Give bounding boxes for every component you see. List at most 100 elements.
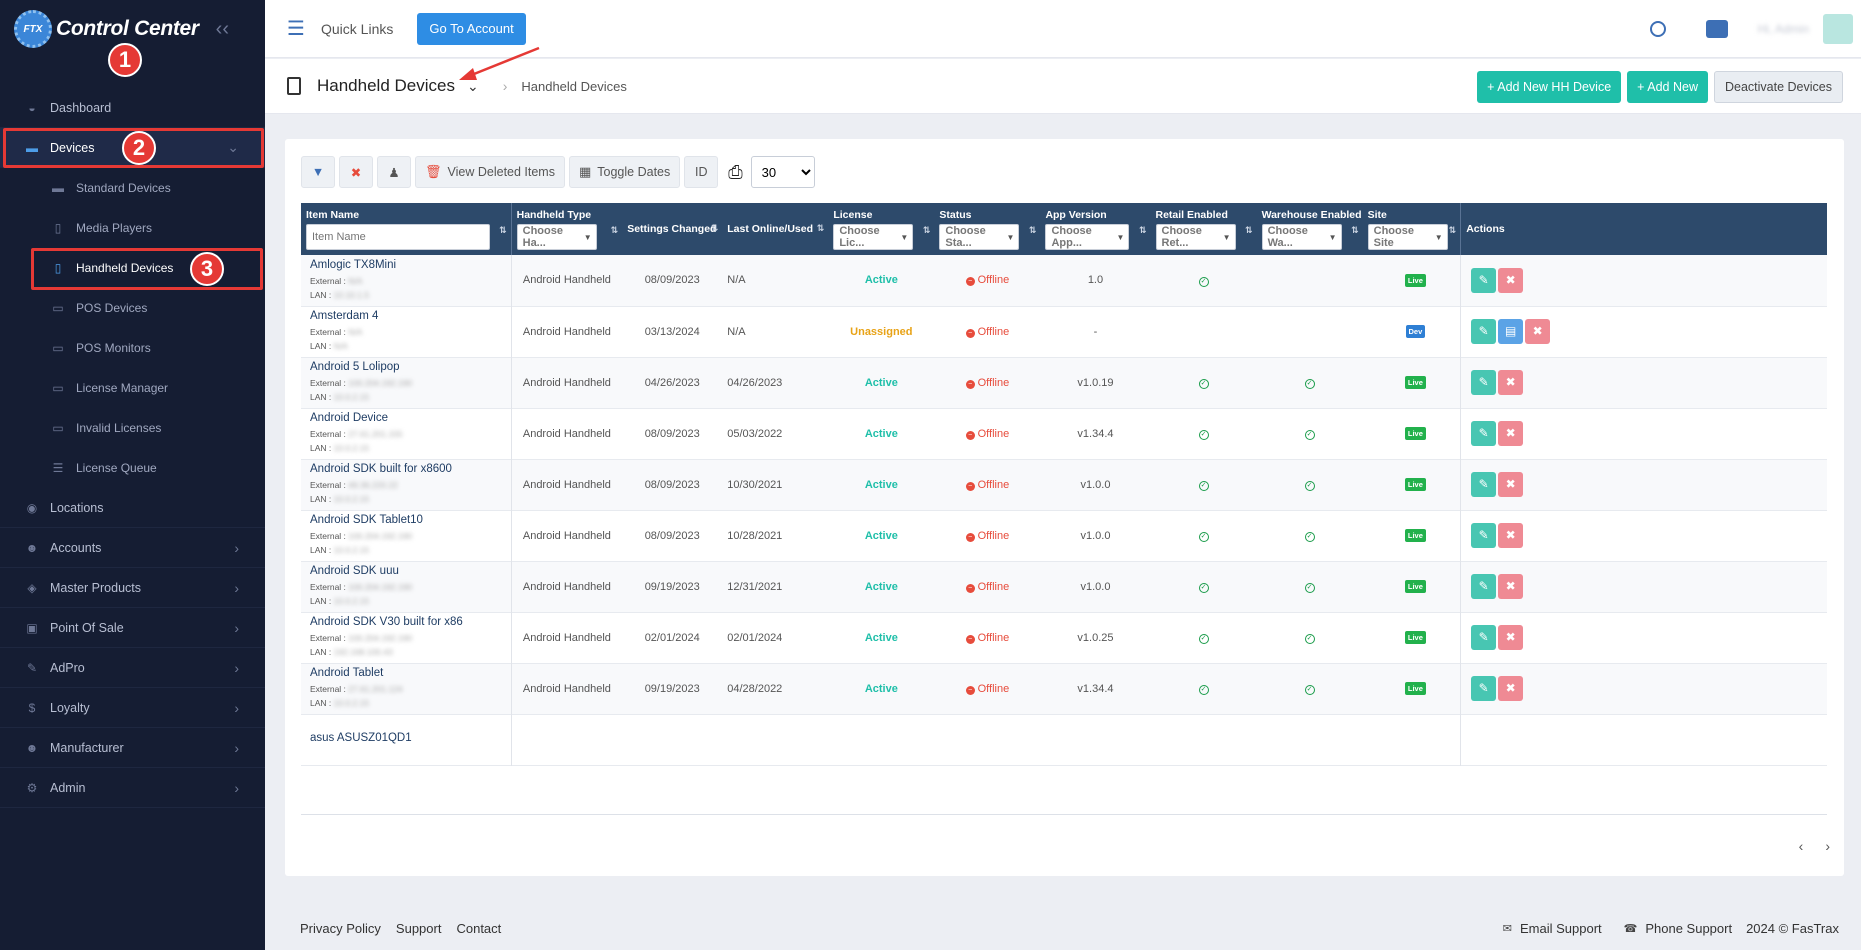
sidebar-subitem-pos-monitors[interactable]: ▭ POS Monitors	[0, 328, 265, 368]
sidebar-subitem-pos-devices[interactable]: ▭ POS Devices	[0, 288, 265, 328]
sidebar-item-manufacturer[interactable]: ☻ Manufacturer ›	[0, 728, 265, 768]
table-row[interactable]: Android SDK built for x8600 External : 49…	[301, 459, 1827, 510]
device-name-link[interactable]: Android SDK Tablet10	[310, 514, 506, 526]
table-row[interactable]: Android SDK V30 built for x86 External : …	[301, 612, 1827, 663]
clear-filters-button[interactable]: ✖	[339, 156, 373, 188]
table-row[interactable]: Android Device External : 27.61.201.155 LA…	[301, 408, 1827, 459]
sort-icon[interactable]: ⇅	[923, 225, 931, 236]
user-name[interactable]: Hi, Admin	[1758, 22, 1809, 36]
edit-button[interactable]: ✎	[1471, 319, 1497, 344]
device-name-link[interactable]: asus ASUSZ01QD1	[310, 732, 506, 744]
quick-links-label[interactable]: Quick Links	[321, 21, 393, 37]
delete-button[interactable]: ✖	[1498, 370, 1524, 395]
contact-link[interactable]: Contact	[456, 921, 501, 936]
device-name-link[interactable]: Android Device	[310, 412, 506, 424]
sort-icon[interactable]: ⇅	[817, 223, 825, 234]
edit-button[interactable]: ✎	[1471, 625, 1497, 650]
sidebar-item-locations[interactable]: ◉ Locations	[0, 488, 265, 528]
device-name-link[interactable]: Android SDK built for x8600	[310, 463, 506, 475]
site-filter-select[interactable]: Choose Site ▼	[1367, 224, 1448, 250]
column-header-last-online[interactable]: Last Online/Used ⇅	[722, 203, 829, 255]
menu-icon[interactable]: ☰	[287, 16, 309, 41]
app-version-filter-select[interactable]: Choose App... ▼	[1045, 224, 1130, 250]
table-row[interactable]: Amlogic TX8Mini External : N/A LAN : 10.10…	[301, 255, 1827, 306]
collapse-sidebar-icon[interactable]: ‹‹	[216, 18, 229, 41]
delete-button[interactable]: ✖	[1498, 523, 1524, 548]
table-row[interactable]: Amsterdam 4 External : N/A LAN : N/A Androi…	[301, 306, 1827, 357]
edit-button[interactable]: ✎	[1471, 676, 1497, 701]
sidebar-item-accounts[interactable]: ☻ Accounts ›	[0, 528, 265, 568]
go-to-account-button[interactable]: Go To Account	[417, 12, 526, 45]
toggle-dates-button[interactable]: ▦ Toggle Dates	[568, 156, 681, 188]
delete-button[interactable]: ✖	[1498, 421, 1524, 446]
print-icon[interactable]: ⎙	[728, 162, 742, 183]
sidebar-item-master-products[interactable]: ◈ Master Products ›	[0, 568, 265, 608]
device-name-link[interactable]: Amlogic TX8Mini	[310, 259, 506, 271]
column-header-settings-changed[interactable]: Settings Changed ⇅	[622, 203, 723, 255]
chevron-right-icon[interactable]: ›	[1825, 838, 1830, 854]
sidebar-subitem-media-players[interactable]: ▯ Media Players	[0, 208, 265, 248]
delete-button[interactable]: ✖	[1498, 676, 1524, 701]
support-link[interactable]: Support	[396, 921, 442, 936]
delete-button[interactable]: ✖	[1498, 267, 1524, 293]
sidebar-item-adpro[interactable]: ✎ AdPro ›	[0, 648, 265, 688]
edit-button[interactable]: ✎	[1471, 523, 1497, 548]
handheld-type-filter-select[interactable]: Choose Ha... ▼	[516, 224, 597, 250]
delete-button[interactable]: ✖	[1498, 574, 1524, 599]
sidebar-subitem-license-queue[interactable]: ☰ License Queue	[0, 448, 265, 488]
edit-button[interactable]: ✎	[1471, 370, 1497, 395]
sort-icon[interactable]: ⇅	[1245, 225, 1253, 236]
phone-support-link[interactable]: Phone Support	[1645, 921, 1732, 936]
deactivate-devices-button[interactable]: Deactivate Devices	[1714, 71, 1843, 103]
table-row[interactable]: asus ASUSZ01QD1	[301, 714, 1827, 765]
avatar[interactable]	[1823, 14, 1853, 44]
chat-icon[interactable]	[1705, 20, 1728, 38]
privacy-policy-link[interactable]: Privacy Policy	[300, 921, 381, 936]
add-new-button[interactable]: + Add New	[1627, 71, 1708, 103]
id-button[interactable]: ID	[684, 156, 719, 188]
sidebar-item-loyalty[interactable]: $ Loyalty ›	[0, 688, 265, 728]
user-filter-button[interactable]: ♟	[377, 156, 411, 188]
sidebar-item-dashboard[interactable]: ◒ Dashboard	[0, 88, 265, 128]
sidebar-subitem-standard-devices[interactable]: ▬ Standard Devices	[0, 168, 265, 208]
device-name-link[interactable]: Android 5 Lolipop	[310, 361, 506, 373]
sort-icon[interactable]: ⇅	[1351, 225, 1359, 236]
edit-button[interactable]: ✎	[1471, 267, 1497, 293]
sort-icon[interactable]: ⇅	[711, 223, 719, 234]
device-name-link[interactable]: Android SDK V30 built for x86	[310, 616, 506, 628]
delete-button[interactable]: ✖	[1498, 472, 1524, 497]
sidebar-item-point-of-sale[interactable]: ▣ Point Of Sale ›	[0, 608, 265, 648]
sidebar-subitem-handheld-devices[interactable]: ▯ Handheld Devices	[0, 248, 265, 288]
license-filter-select[interactable]: Choose Lic... ▼	[833, 224, 914, 250]
status-filter-select[interactable]: Choose Sta... ▼	[939, 224, 1020, 250]
warehouse-enabled-filter-select[interactable]: Choose Wa... ▼	[1261, 224, 1342, 250]
sidebar-item-admin[interactable]: ⚙ Admin ›	[0, 768, 265, 808]
sort-icon[interactable]: ⇅	[611, 225, 619, 236]
sort-icon[interactable]: ⇅	[1139, 225, 1147, 236]
table-row[interactable]: Android SDK Tablet10 External : 100.204.1…	[301, 510, 1827, 561]
delete-button[interactable]: ✖	[1498, 625, 1524, 650]
device-name-link[interactable]: Android SDK uuu	[310, 565, 506, 577]
sort-icon[interactable]: ⇅	[1029, 225, 1037, 236]
sidebar-subitem-invalid-licenses[interactable]: ▭ Invalid Licenses	[0, 408, 265, 448]
device-name-link[interactable]: Amsterdam 4	[310, 310, 506, 322]
email-support-link[interactable]: Email Support	[1520, 921, 1602, 936]
edit-button[interactable]: ✎	[1471, 472, 1497, 497]
table-row[interactable]: Android 5 Lolipop External : 100.204.192.…	[301, 357, 1827, 408]
details-button[interactable]: ▤	[1498, 319, 1524, 344]
sort-icon[interactable]: ⇅	[1449, 225, 1457, 236]
retail-enabled-filter-select[interactable]: Choose Ret... ▼	[1155, 224, 1236, 250]
page-size-select[interactable]: 30	[750, 156, 815, 188]
add-new-hh-device-button[interactable]: + Add New HH Device	[1477, 71, 1622, 103]
sidebar-subitem-license-manager[interactable]: ▭ License Manager	[0, 368, 265, 408]
device-name-link[interactable]: Android Tablet	[310, 667, 506, 679]
item-name-filter-input[interactable]	[306, 224, 490, 250]
delete-button[interactable]: ✖	[1525, 319, 1551, 344]
edit-button[interactable]: ✎	[1471, 421, 1497, 446]
chevron-left-icon[interactable]: ‹	[1799, 838, 1804, 854]
view-deleted-items-button[interactable]: 🗑︎ View Deleted Items	[415, 156, 565, 188]
sort-icon[interactable]: ⇅	[499, 225, 507, 236]
edit-button[interactable]: ✎	[1471, 574, 1497, 599]
table-row[interactable]: Android Tablet External : 27.61.201.124 LA…	[301, 663, 1827, 714]
table-row[interactable]: Android SDK uuu External : 100.204.192.19…	[301, 561, 1827, 612]
